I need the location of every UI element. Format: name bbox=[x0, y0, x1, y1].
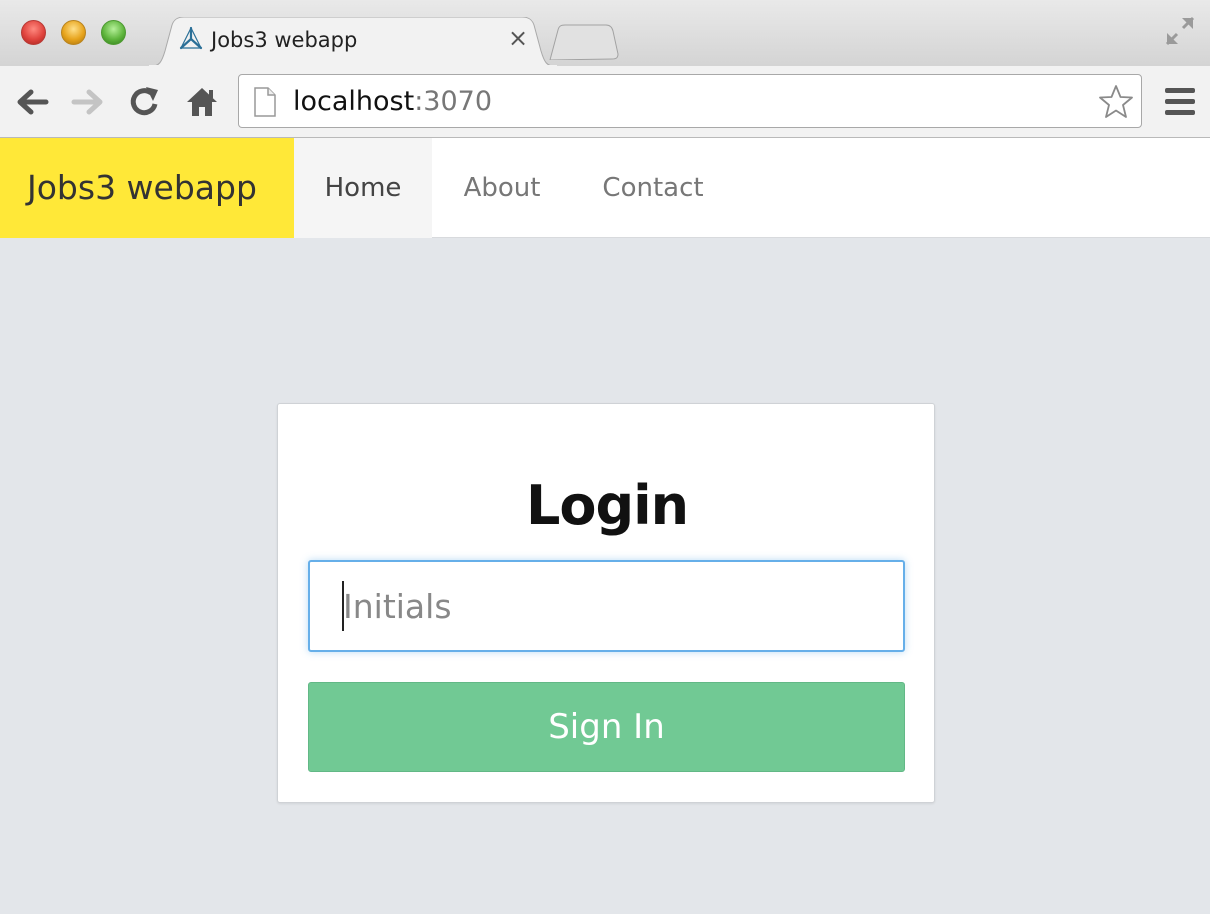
tab-close-icon[interactable]: × bbox=[506, 26, 530, 50]
address-bar[interactable]: localhost:3070 bbox=[238, 74, 1142, 128]
tab-title: Jobs3 webapp bbox=[211, 28, 358, 52]
url-port: :3070 bbox=[414, 86, 493, 117]
zoom-window-button[interactable] bbox=[101, 20, 126, 45]
initials-input[interactable] bbox=[308, 560, 905, 652]
star-icon[interactable] bbox=[1097, 83, 1135, 121]
nav-item-home[interactable]: Home bbox=[294, 138, 432, 238]
fullscreen-icon[interactable] bbox=[1163, 14, 1197, 48]
page-icon bbox=[253, 87, 277, 117]
nav-item-contact[interactable]: Contact bbox=[572, 138, 734, 238]
text-caret bbox=[342, 581, 344, 631]
brand-link[interactable]: Jobs3 webapp bbox=[0, 138, 294, 238]
browser-toolbar: localhost:3070 bbox=[0, 66, 1210, 138]
nav-item-about[interactable]: About bbox=[432, 138, 572, 238]
forward-arrow-icon[interactable] bbox=[70, 84, 106, 120]
url-text: localhost:3070 bbox=[293, 86, 492, 117]
login-card: Login Sign In bbox=[277, 403, 935, 803]
home-icon[interactable] bbox=[184, 84, 220, 120]
sign-in-button[interactable]: Sign In bbox=[308, 682, 905, 772]
login-title: Login bbox=[525, 474, 689, 537]
minimize-window-button[interactable] bbox=[61, 20, 86, 45]
browser-tab[interactable]: Jobs3 webapp × bbox=[148, 17, 558, 67]
reload-icon[interactable] bbox=[127, 84, 163, 120]
new-tab-button[interactable] bbox=[548, 24, 620, 61]
menu-icon[interactable] bbox=[1163, 86, 1197, 118]
browser-tabstrip: Jobs3 webapp × bbox=[0, 0, 1210, 67]
back-arrow-icon[interactable] bbox=[14, 84, 50, 120]
site-navbar: Jobs3 webapp Home About Contact bbox=[0, 138, 1210, 238]
close-window-button[interactable] bbox=[21, 20, 46, 45]
triangle-logo-icon bbox=[178, 26, 204, 52]
url-host: localhost bbox=[293, 86, 415, 117]
